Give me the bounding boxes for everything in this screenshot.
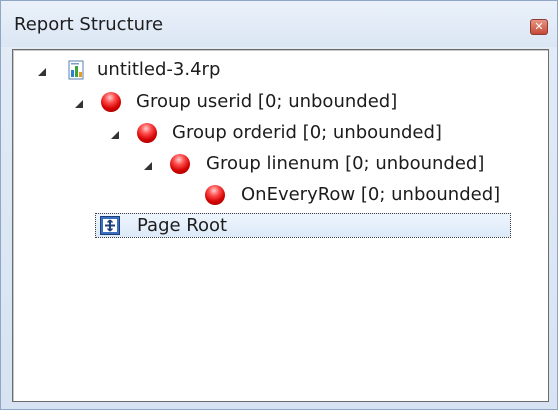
- tree-node-label: untitled-3.4rp: [97, 59, 221, 80]
- tree-node-label: Group linenum [0; unbounded]: [206, 153, 485, 174]
- expand-arrow-icon[interactable]: [111, 131, 119, 139]
- report-file-icon: [68, 60, 84, 80]
- expand-arrow-icon[interactable]: [144, 162, 152, 170]
- close-button[interactable]: ✕: [530, 19, 548, 35]
- tree-node-on-every-row[interactable]: OnEveryRow [0; unbounded]: [13, 181, 533, 209]
- tree-node-label: Group userid [0; unbounded]: [136, 91, 398, 112]
- red-ball-icon: [101, 92, 121, 112]
- page-root-icon: [100, 216, 120, 235]
- red-ball-icon: [137, 123, 157, 143]
- close-icon: ✕: [534, 20, 544, 33]
- panel-title: Report Structure: [14, 14, 164, 35]
- panel-titlebar: Report Structure ✕: [1, 1, 557, 47]
- tree-node-label: Page Root: [137, 215, 228, 236]
- tree-node-group-linenum[interactable]: Group linenum [0; unbounded]: [13, 150, 513, 178]
- tree-node-group-orderid[interactable]: Group orderid [0; unbounded]: [13, 119, 473, 147]
- red-ball-icon: [170, 154, 190, 174]
- expand-arrow-icon[interactable]: [75, 100, 83, 108]
- report-structure-panel: Report Structure ✕ untitled-3.4rp Group …: [0, 0, 558, 410]
- tree-node-root[interactable]: untitled-3.4rp: [13, 56, 313, 84]
- expand-arrow-icon[interactable]: [38, 68, 46, 76]
- tree-node-group-userid[interactable]: Group userid [0; unbounded]: [13, 88, 433, 116]
- red-ball-icon: [205, 185, 225, 205]
- tree-node-page-root[interactable]: Page Root: [95, 213, 511, 238]
- report-structure-tree[interactable]: untitled-3.4rp Group userid [0; unbounde…: [12, 49, 549, 402]
- tree-node-label: Group orderid [0; unbounded]: [172, 122, 442, 143]
- tree-node-label: OnEveryRow [0; unbounded]: [241, 184, 501, 205]
